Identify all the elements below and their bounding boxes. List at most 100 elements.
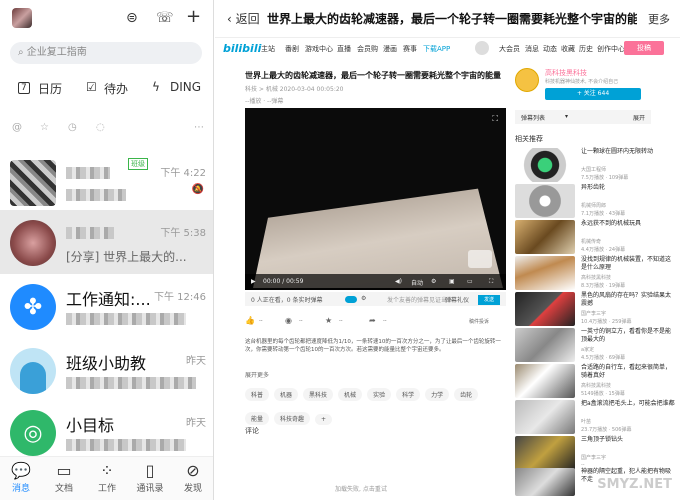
follow-button[interactable]: + 关注 644	[545, 88, 641, 100]
ding-button[interactable]: DING	[170, 80, 201, 94]
tag[interactable]: 能量	[245, 412, 270, 425]
nav-item[interactable]: 游戏中心	[305, 44, 333, 54]
nav-item[interactable]: 收藏	[561, 44, 575, 54]
tag[interactable]: 科技奇趣	[274, 412, 311, 425]
tag[interactable]: 黑科技	[303, 388, 334, 401]
class-badge: 班级	[128, 158, 148, 170]
tag[interactable]: 齿轮	[454, 388, 479, 401]
widescreen-icon[interactable]: ▭	[467, 278, 473, 285]
user-avatar[interactable]	[475, 41, 489, 55]
play-overlay-icon[interactable]	[468, 250, 492, 268]
related-item[interactable]: 异形齿轮 机械师周郎 7.1万播放 · 43弹幕	[515, 184, 675, 220]
pin-icon[interactable]: ◌	[96, 122, 105, 133]
danmu-input[interactable]: 发个友善的弹幕见证当下	[387, 295, 453, 304]
nav-item[interactable]: 大会员	[499, 44, 520, 54]
chevron-left-icon: ‹	[227, 12, 236, 26]
add-icon[interactable]: +	[186, 6, 201, 27]
todo-button[interactable]: 待办	[104, 80, 128, 97]
chat-item-class-assistant[interactable]: 班级小助教 昨天	[0, 338, 213, 402]
calendar-button[interactable]: 日历	[38, 80, 62, 97]
tab-contacts[interactable]: ▯ 通讯录	[129, 461, 171, 494]
phone-icon[interactable]: ☏	[156, 10, 174, 26]
nav-item[interactable]: 创作中心	[597, 44, 625, 54]
share-icon[interactable]: ➦	[369, 316, 376, 325]
related-item[interactable]: 把a盒滚流把毛头上，可能会把谁都 叶苗 23.7万播放 · 506弹幕	[515, 400, 675, 436]
nav-item[interactable]: 漫画	[383, 44, 397, 54]
related-item[interactable]: 一英寸的铜立方，看看你是不是能顶最大的 a家定 4.5万播放 · 69弹幕	[515, 328, 675, 364]
nav-item[interactable]: 消息	[525, 44, 539, 54]
chat-item-selected[interactable]: 下午 5:38 [分享] 世界上最大的...	[0, 210, 213, 274]
video-frame	[253, 188, 503, 288]
tab-docs[interactable]: ▭ 文档	[43, 461, 85, 494]
user-avatar[interactable]	[12, 8, 32, 28]
danmu-toggle[interactable]	[345, 296, 357, 303]
chat-item-goal[interactable]: ◎ 小目标 昨天	[0, 400, 213, 464]
fullscreen-icon[interactable]: ⛶	[489, 278, 493, 286]
star-icon[interactable]: ★	[325, 316, 332, 325]
related-item[interactable]: 黑色的风扇的存在吗？实验结果太震撼 国产李三宇 10.4万播放 · 259弹幕	[515, 292, 675, 328]
danmu-list-expand[interactable]: 展开	[633, 113, 645, 122]
message-icon: 💬	[11, 461, 31, 480]
play-icon[interactable]: ▶	[251, 278, 256, 285]
volume-icon[interactable]: ◀)	[395, 278, 402, 285]
chat-item-work-notice[interactable]: ✤ 工作通知:... 下午 12:46	[0, 274, 213, 338]
tab-messages[interactable]: 💬 消息	[0, 461, 42, 494]
related-item[interactable]: 合适路的自行车，看起来很简单，骑着真好 高科技黑科技 5149播放 · 15弹幕	[515, 364, 675, 400]
video-player[interactable]: ⛶ ▶ 00:00 / 00:59 ◀) 自动 ⚙ ▣ ▭ ⛶	[245, 108, 506, 290]
uploader-name[interactable]: 高科技黑科技	[545, 68, 587, 78]
share-count: --	[383, 318, 387, 324]
video-meta: 科技 > 机械 2020-03-04 00:05:20	[245, 86, 344, 93]
more-button[interactable]: 更多	[648, 11, 670, 27]
tag[interactable]: 机械	[338, 388, 363, 401]
nav-item[interactable]: 赛事	[403, 44, 417, 54]
tag[interactable]: 力学	[425, 388, 450, 401]
report-link[interactable]: 稿件投诉	[469, 318, 489, 325]
uploader-avatar[interactable]	[515, 68, 539, 92]
clock-icon[interactable]: ◷	[68, 122, 77, 133]
load-retry[interactable]: 加载失败, 点击重试	[335, 484, 387, 493]
danmu-list-bar[interactable]: 弹幕列表 ▾ 展开	[515, 110, 651, 124]
expand-more-link[interactable]: 展开更多	[245, 370, 269, 379]
scan-icon[interactable]: ⊜	[126, 10, 138, 26]
target-icon: ◎	[10, 410, 56, 456]
quality-button[interactable]: 自动	[411, 278, 423, 287]
upload-button[interactable]: 投稿	[624, 41, 664, 55]
related-item[interactable]: 没找到规律的机械装置，不知道这是什么原理 高科技黑科技 8.3万播放 · 19弹…	[515, 256, 675, 292]
nav-item[interactable]: 下载APP	[423, 44, 450, 54]
fullscreen-icon[interactable]: ⛶	[492, 114, 498, 124]
nav-item[interactable]: 动态	[543, 44, 557, 54]
nav-item[interactable]: 历史	[579, 44, 593, 54]
related-stats: 23.7万播放 · 506弹幕	[581, 427, 632, 433]
star-icon[interactable]: ☆	[40, 122, 49, 133]
pip-icon[interactable]: ▣	[449, 278, 455, 285]
tab-discover[interactable]: ⊘ 发现	[172, 461, 213, 494]
related-item[interactable]: 让一颗球在圆环内无限转动 大国工程师 7.5万播放 · 109弹幕	[515, 148, 675, 184]
nav-item[interactable]: 主站	[261, 44, 275, 54]
calendar-icon: 7	[18, 82, 30, 94]
settings-icon[interactable]: ⚙	[431, 278, 436, 285]
etiquette-link[interactable]: 弹幕礼仪	[445, 295, 469, 304]
tag[interactable]: 机器	[274, 388, 299, 401]
danmu-settings-icon[interactable]: ⚙	[361, 295, 366, 302]
uploader-bio: 科技机器神仙技术, 不会介绍自己	[545, 79, 619, 85]
nav-item[interactable]: 会员购	[357, 44, 378, 54]
tag[interactable]: 实验	[367, 388, 392, 401]
like-icon[interactable]: 👍	[245, 316, 255, 325]
send-button[interactable]: 发送	[478, 295, 500, 305]
nav-item[interactable]: 直播	[337, 44, 351, 54]
related-item[interactable]: 三角顶子锁钻头 国产李三宇 --	[515, 436, 675, 472]
more-icon[interactable]: ⋯	[194, 122, 204, 133]
search-input[interactable]: ⌕ 企业复工指南	[10, 42, 202, 64]
nav-item[interactable]: 番剧	[285, 44, 299, 54]
at-icon[interactable]: @	[12, 122, 22, 133]
quick-actions: 7 日历 ☑ 待办 ϟ DING	[0, 80, 213, 100]
tag[interactable]: 科普	[245, 388, 270, 401]
tag[interactable]: 科学	[396, 388, 421, 401]
tab-work[interactable]: ⁘ 工作	[86, 461, 128, 494]
chat-time: 下午 5:38	[160, 228, 206, 239]
chat-item[interactable]: 下午 4:22 班级 🔕	[0, 150, 213, 214]
add-tag-icon[interactable]: +	[315, 414, 333, 425]
back-button[interactable]: ‹ 返回	[227, 10, 260, 27]
coin-icon[interactable]: ◉	[285, 316, 292, 325]
related-item[interactable]: 永远获不到的机械玩具 机械传奇 4.4万播放 · 24弹幕	[515, 220, 675, 256]
